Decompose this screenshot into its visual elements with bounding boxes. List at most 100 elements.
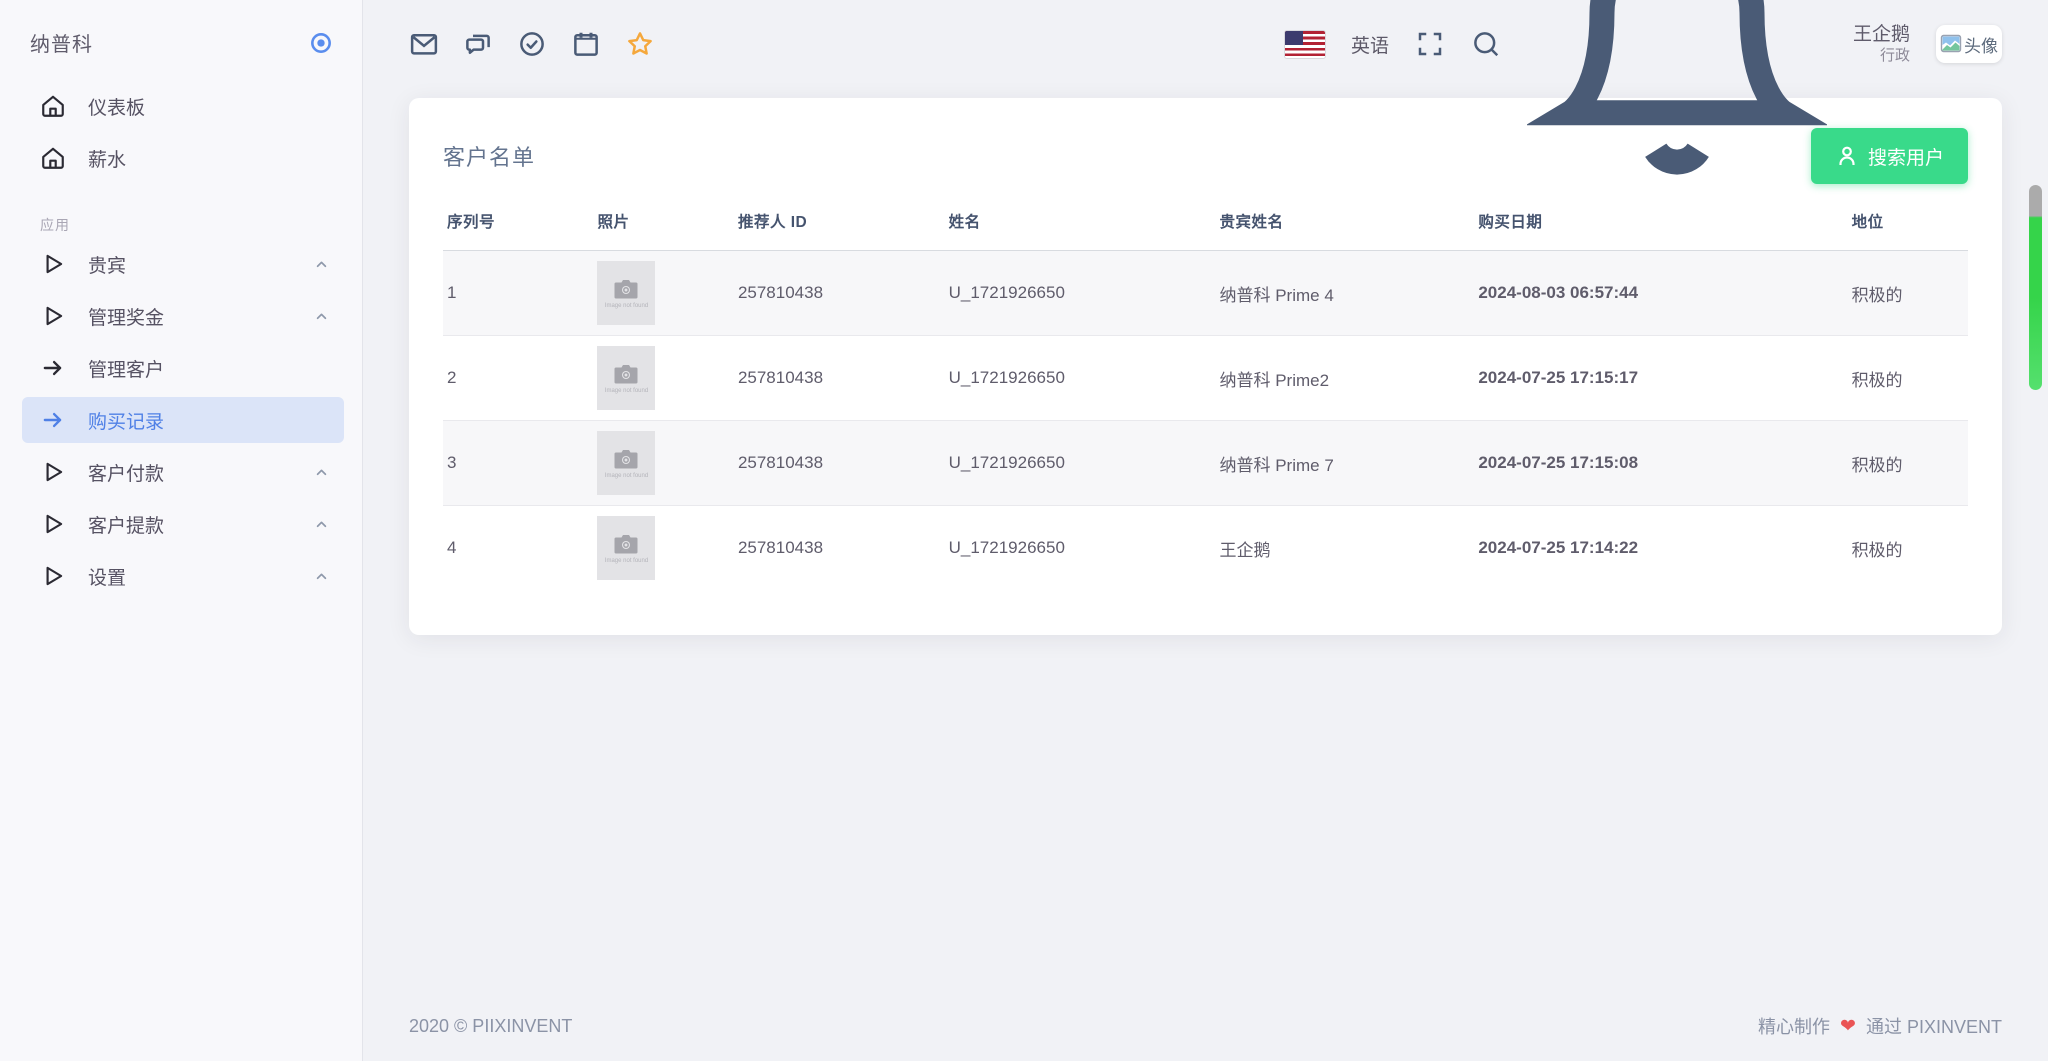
camera-icon	[613, 278, 639, 300]
table-body: 1Image not found257810438U_1721926650纳普科…	[443, 251, 1968, 591]
sidebar-item-label: 购买记录	[88, 407, 164, 434]
sidebar-item-dashboard[interactable]: 仪表板	[22, 83, 344, 129]
play-icon	[40, 251, 66, 277]
camera-icon	[613, 533, 639, 555]
sidebar-item-settings[interactable]: 设置	[22, 553, 344, 599]
search-user-button[interactable]: 搜索用户	[1811, 128, 1968, 184]
sidebar-item-customer-withdrawal[interactable]: 客户提款	[22, 501, 344, 547]
table-row: 4Image not found 257810438U_1721926650王企鹅…	[443, 506, 1968, 591]
serial-cell: 4	[443, 506, 593, 591]
referral-id-cell: 257810438	[734, 421, 945, 506]
sidebar: 纳普科 仪表板薪水应用贵宾管理奖金管理客户购买记录客户付款客户提款设置	[0, 0, 363, 1061]
name-cell: U_1721926650	[945, 506, 1216, 591]
topbar: 英语 5 王企鹅 行政	[409, 0, 2002, 88]
table-header-row: 序列号照片推荐人 ID姓名贵宾姓名购买日期地位	[443, 198, 1968, 251]
footer-credit: 精心制作 ❤ 通过 PIXINVENT	[1758, 1013, 2002, 1039]
star-icon[interactable]	[625, 29, 655, 59]
card-title: 客户名单	[443, 140, 535, 172]
vip-name-cell: 纳普科 Prime2	[1216, 336, 1475, 421]
user-role: 行政	[1853, 47, 1910, 66]
search-icon[interactable]	[1471, 29, 1501, 59]
arrow-right-icon	[40, 407, 66, 433]
footer-made-with: 精心制作	[1758, 1013, 1830, 1039]
photo-placeholder: Image not found	[597, 261, 655, 325]
sidebar-item-label: 管理奖金	[88, 303, 164, 330]
sidebar-item-customer-payment[interactable]: 客户付款	[22, 449, 344, 495]
photo-cell: Image not found	[593, 251, 733, 336]
home-icon	[40, 145, 66, 171]
sidebar-item-label: 设置	[88, 563, 126, 590]
sidebar-item-label: 管理客户	[88, 355, 164, 382]
mail-icon[interactable]	[409, 29, 439, 59]
main-area: 英语 5 王企鹅 行政	[363, 0, 2048, 1061]
sidebar-item-salary[interactable]: 薪水	[22, 135, 344, 181]
brand-name: 纳普科	[30, 28, 93, 57]
chevron-up-icon	[313, 308, 330, 325]
us-flag-icon[interactable]	[1285, 31, 1325, 58]
sidebar-item-purchase-history[interactable]: 购买记录	[22, 397, 344, 443]
footer-copyright: 2020 © PIIXINVENT	[409, 1016, 572, 1037]
column-header: 购买日期	[1474, 198, 1847, 251]
serial-cell: 2	[443, 336, 593, 421]
serial-cell: 3	[443, 421, 593, 506]
referral-id-cell: 257810438	[734, 251, 945, 336]
chevron-up-icon	[313, 464, 330, 481]
serial-cell: 1	[443, 251, 593, 336]
home-icon	[40, 93, 66, 119]
fullscreen-icon[interactable]	[1415, 29, 1445, 59]
status-cell: 积极的	[1848, 336, 1968, 421]
purchase-date-cell: 2024-07-25 17:14:22	[1474, 506, 1847, 591]
photo-placeholder: Image not found	[597, 431, 655, 495]
play-icon	[40, 563, 66, 589]
vip-name-cell: 王企鹅	[1216, 506, 1475, 591]
purchase-date-cell: 2024-07-25 17:15:17	[1474, 336, 1847, 421]
sidebar-item-label: 贵宾	[88, 251, 126, 278]
table-row: 2Image not found257810438U_1721926650纳普科…	[443, 336, 1968, 421]
referral-id-cell: 257810438	[734, 506, 945, 591]
page-scrollbar-thumb[interactable]	[2029, 185, 2042, 390]
chat-icon[interactable]	[463, 29, 493, 59]
sidebar-item-vip[interactable]: 贵宾	[22, 241, 344, 287]
calendar-icon[interactable]	[571, 29, 601, 59]
user-menu[interactable]: 王企鹅 行政	[1853, 23, 1910, 66]
sidebar-item-manage-customer[interactable]: 管理客户	[22, 345, 344, 391]
language-selector[interactable]: 英语	[1351, 31, 1389, 58]
table-row: 1 Image not found 257810438U_1721926650纳普科…	[443, 251, 1968, 336]
photo-placeholder-text: Image not found	[605, 473, 648, 479]
name-cell: U_1721926650	[945, 251, 1216, 336]
purchase-date-cell: 2024-07-25 17:15:08	[1474, 421, 1847, 506]
column-header: 贵宾姓名	[1216, 198, 1475, 251]
topbar-shortcut-icons	[409, 29, 655, 59]
purchase-date-cell: 2024-08-03 06:57:44	[1474, 251, 1847, 336]
camera-icon	[613, 363, 639, 385]
search-user-button-label: 搜索用户	[1868, 143, 1944, 170]
status-cell: 积极的	[1848, 506, 1968, 591]
app-root: 纳普科 仪表板薪水应用贵宾管理奖金管理客户购买记录客户付款客户提款设置 英语	[0, 0, 2048, 1061]
sidebar-item-label: 薪水	[88, 145, 126, 172]
photo-cell: Image not found	[593, 336, 733, 421]
vip-name-cell: 纳普科 Prime 4	[1216, 251, 1475, 336]
sidebar-collapse-toggle-icon[interactable]	[308, 30, 334, 56]
sidebar-item-label: 仪表板	[88, 93, 145, 120]
person-icon	[1835, 144, 1859, 168]
photo-placeholder-text: Image not found	[605, 303, 648, 309]
referral-id-cell: 257810438	[734, 336, 945, 421]
sidebar-item-manage-bonus[interactable]: 管理奖金	[22, 293, 344, 339]
arrow-right-icon	[40, 355, 66, 381]
notifications-button[interactable]: 5	[1527, 0, 1827, 194]
chevron-up-icon	[313, 516, 330, 533]
footer: 2020 © PIIXINVENT 精心制作 ❤ 通过 PIXINVENT	[409, 1013, 2002, 1061]
photo-placeholder: Image not found	[597, 346, 655, 410]
status-cell: 积极的	[1848, 251, 1968, 336]
check-circle-icon[interactable]	[517, 29, 547, 59]
avatar[interactable]: 头像	[1936, 25, 2002, 63]
photo-placeholder: Image not found	[597, 516, 655, 580]
camera-icon	[613, 448, 639, 470]
footer-by: 通过 PIXINVENT	[1866, 1013, 2002, 1039]
broken-image-icon	[1940, 33, 1962, 55]
heart-icon: ❤	[1840, 1015, 1856, 1038]
vip-name-cell: 纳普科 Prime 7	[1216, 421, 1475, 506]
column-header: 地位	[1848, 198, 1968, 251]
column-header: 姓名	[945, 198, 1216, 251]
customer-table: 序列号照片推荐人 ID姓名贵宾姓名购买日期地位 1Image not found…	[443, 198, 1968, 591]
